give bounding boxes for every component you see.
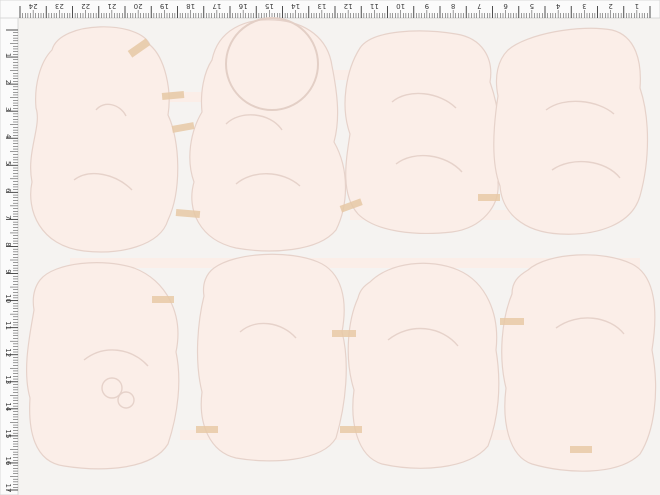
cutout-bottom-4: [501, 254, 657, 472]
top-ruler-label: 16: [238, 2, 247, 10]
top-ruler-label: 18: [186, 2, 195, 10]
cutout-bottom-3: [347, 262, 500, 469]
top-ruler-label: 13: [317, 2, 326, 10]
left-ruler: 1234567891011121314151617: [0, 17, 19, 495]
top-ruler-label: 14: [291, 2, 300, 10]
top-ruler-label: 10: [396, 2, 405, 10]
cutout-top-1: [30, 26, 179, 253]
left-ruler-label: 17: [4, 484, 12, 493]
left-ruler-label: 3: [4, 107, 12, 111]
left-ruler-label: 10: [4, 294, 12, 303]
cutout-top-2: [189, 19, 347, 252]
top-ruler-label: 22: [81, 2, 90, 10]
left-ruler-label: 15: [4, 429, 12, 438]
top-ruler-label: 4: [555, 2, 560, 10]
top-ruler-label: 15: [265, 2, 274, 10]
left-ruler-label: 11: [4, 321, 12, 330]
top-ruler-label: 11: [370, 2, 379, 10]
top-ruler-label: 20: [134, 2, 143, 10]
scan-illustration: 24 23 22 21 20 19 18 17 16 15 14 13 12 11 10 9 8 7 6 5 4 3 2 1 …: [0, 0, 660, 495]
cutout-top-4: [493, 27, 649, 235]
left-ruler-label: 16: [4, 456, 12, 465]
top-ruler-label: 5: [530, 2, 534, 10]
top-ruler-label: 9: [425, 2, 429, 10]
top-ruler-label: 2: [608, 2, 612, 10]
top-ruler-label: 21: [107, 2, 116, 10]
left-ruler-label: 8: [4, 242, 12, 246]
top-ruler-label: 17: [212, 2, 221, 10]
scan-scene: 24 23 22 21 20 19 18 17 16 15 14 13 12 11 10 9 8 7 6 5 4 3 2 1 …: [0, 0, 660, 495]
top-ruler-label: 12: [344, 2, 353, 10]
left-ruler-label: 4: [4, 134, 12, 139]
left-ruler-label: 1: [4, 53, 12, 57]
left-ruler-label: 13: [4, 375, 12, 384]
top-ruler-label: 7: [477, 2, 481, 10]
left-ruler-label: 2: [4, 80, 12, 84]
left-ruler-label: 12: [4, 348, 12, 357]
left-ruler-label: 7: [4, 215, 12, 219]
left-ruler-label: 9: [4, 269, 12, 273]
top-ruler-label: 1: [635, 2, 639, 10]
top-ruler-label: 6: [503, 2, 508, 10]
cutout-bottom-2: [196, 253, 347, 462]
top-ruler-label: 8: [451, 2, 455, 10]
left-ruler-label: 14: [4, 402, 12, 411]
top-ruler-label: 3: [582, 2, 586, 10]
left-ruler-label: 5: [4, 161, 12, 165]
top-ruler-label: 23: [55, 2, 64, 10]
top-ruler-label: 19: [160, 2, 169, 10]
top-ruler: 24 23 22 21 20 19 18 17 16 15 14 13 12 11 10 9 8 7 6 5 4 3 2 1: [0, 0, 660, 19]
cutout-top-3: [344, 30, 502, 234]
cutout-bottom-1: [25, 262, 180, 470]
top-ruler-label: 24: [28, 2, 37, 10]
left-ruler-label: 6: [4, 188, 12, 193]
